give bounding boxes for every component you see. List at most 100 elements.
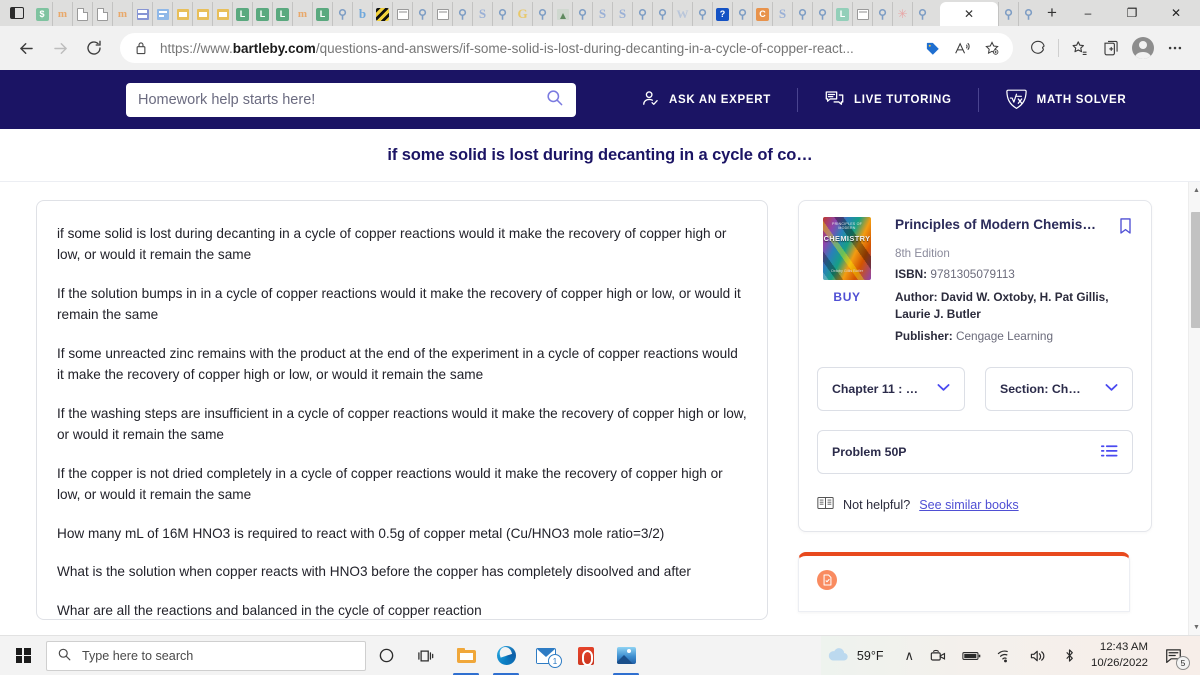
browser-tab[interactable]: ⚲ bbox=[812, 2, 832, 26]
browser-tab[interactable] bbox=[552, 2, 572, 26]
close-icon[interactable]: ✕ bbox=[964, 7, 974, 21]
reload-button[interactable] bbox=[78, 32, 110, 64]
buy-link[interactable]: BUY bbox=[833, 290, 860, 304]
office-icon[interactable] bbox=[566, 636, 606, 675]
tray-expand-button[interactable]: ∧ bbox=[897, 636, 921, 675]
book-title[interactable]: Principles of Modern Chemis… bbox=[895, 217, 1110, 234]
tab-actions-button[interactable] bbox=[2, 0, 32, 26]
tab-list[interactable]: $ m m L L Lm L ⚲ b ⚲ ⚲ S ⚲ G ⚲ ⚲ S S ⚲ ⚲ W ⚲? ⚲ C S ⚲ ⚲ L ⚲ ✳ ⚲ bbox=[32, 0, 940, 26]
browser-tab[interactable]: b bbox=[352, 2, 372, 26]
list-icon[interactable] bbox=[1100, 444, 1118, 461]
close-window-button[interactable]: ✕ bbox=[1154, 0, 1198, 26]
weather-widget[interactable]: 59°F bbox=[821, 647, 896, 665]
site-search-box[interactable] bbox=[126, 82, 576, 117]
see-similar-books-link[interactable]: See similar books bbox=[919, 498, 1018, 512]
bookmark-icon[interactable] bbox=[1118, 217, 1133, 240]
forward-button[interactable] bbox=[44, 32, 76, 64]
search-input[interactable] bbox=[138, 91, 545, 108]
browser-tab[interactable]: ⚲ bbox=[492, 2, 512, 26]
promo-card[interactable] bbox=[798, 552, 1130, 612]
browser-tab[interactable]: ✳ bbox=[892, 2, 912, 26]
battery-icon[interactable] bbox=[955, 636, 988, 675]
microsoft-edge-icon[interactable] bbox=[486, 636, 526, 675]
chapter-select[interactable]: Chapter 11 : … bbox=[817, 367, 965, 411]
browser-tab[interactable]: L bbox=[832, 2, 852, 26]
browser-tab[interactable] bbox=[212, 2, 232, 26]
photos-icon[interactable] bbox=[606, 636, 646, 675]
browser-tab[interactable] bbox=[852, 2, 872, 26]
browser-tab[interactable]: ⚲ bbox=[1018, 2, 1038, 26]
nav-live-tutoring[interactable]: LIVE TUTORING bbox=[824, 89, 952, 111]
back-button[interactable] bbox=[10, 32, 42, 64]
browser-tab[interactable]: ⚲ bbox=[732, 2, 752, 26]
nav-math-solver[interactable]: MATH SOLVER bbox=[1005, 88, 1127, 112]
browser-tab[interactable] bbox=[372, 2, 392, 26]
browser-tab[interactable]: ⚲ bbox=[912, 2, 932, 26]
browser-tab[interactable]: S bbox=[592, 2, 612, 26]
browser-tab[interactable]: ⚲ bbox=[332, 2, 352, 26]
browser-tab[interactable]: G bbox=[512, 2, 532, 26]
mail-icon[interactable]: 1 bbox=[526, 636, 566, 675]
bluetooth-icon[interactable] bbox=[1056, 636, 1083, 675]
taskbar-search[interactable]: Type here to search bbox=[46, 640, 366, 671]
browser-tab[interactable] bbox=[432, 2, 452, 26]
browser-tab[interactable]: S bbox=[612, 2, 632, 26]
browser-tab[interactable]: ⚲ bbox=[572, 2, 592, 26]
address-bar[interactable]: https://www.bartleby.com/questions-and-a… bbox=[120, 33, 1013, 63]
browser-tab[interactable]: W bbox=[672, 2, 692, 26]
problem-select[interactable]: Problem 50P bbox=[817, 430, 1133, 474]
scrollbar-thumb[interactable] bbox=[1191, 212, 1200, 328]
section-select[interactable]: Section: Ch… bbox=[985, 367, 1133, 411]
browser-tab[interactable]: L bbox=[312, 2, 332, 26]
maximize-button[interactable]: ❐ bbox=[1110, 0, 1154, 26]
browser-tab[interactable]: ⚲ bbox=[792, 2, 812, 26]
meet-now-icon[interactable] bbox=[923, 636, 953, 675]
browser-tab[interactable]: ⚲ bbox=[998, 2, 1018, 26]
active-tab[interactable]: ✕ bbox=[940, 2, 998, 26]
browser-tab[interactable] bbox=[72, 2, 92, 26]
browser-tab[interactable]: m bbox=[52, 2, 72, 26]
browser-tab[interactable]: ⚲ bbox=[652, 2, 672, 26]
browser-tab[interactable] bbox=[172, 2, 192, 26]
read-aloud-icon[interactable] bbox=[951, 37, 973, 59]
task-view-icon[interactable] bbox=[406, 636, 446, 675]
windows-start-icon[interactable] bbox=[0, 636, 46, 675]
profile-icon[interactable] bbox=[1128, 33, 1158, 63]
minimize-button[interactable]: – bbox=[1066, 0, 1110, 26]
favorite-add-icon[interactable] bbox=[981, 37, 1003, 59]
browser-tab[interactable]: ⚲ bbox=[692, 2, 712, 26]
browser-tab[interactable]: ⚲ bbox=[532, 2, 552, 26]
browser-tab[interactable]: L bbox=[232, 2, 252, 26]
volume-icon[interactable] bbox=[1023, 636, 1054, 675]
page-scrollbar[interactable]: ▲ ▼ bbox=[1188, 182, 1200, 635]
browser-tab[interactable]: ⚲ bbox=[412, 2, 432, 26]
browser-tab[interactable]: ⚲ bbox=[872, 2, 892, 26]
browser-tab[interactable]: ⚲ bbox=[452, 2, 472, 26]
browser-essentials-icon[interactable] bbox=[1023, 33, 1053, 63]
new-tab-button[interactable]: + bbox=[1038, 0, 1066, 26]
wifi-icon[interactable] bbox=[990, 636, 1021, 675]
browser-tab[interactable] bbox=[132, 2, 152, 26]
browser-tab[interactable]: S bbox=[772, 2, 792, 26]
price-tag-icon[interactable] bbox=[921, 37, 943, 59]
cortana-circle-icon[interactable] bbox=[366, 636, 406, 675]
browser-tab[interactable] bbox=[152, 2, 172, 26]
browser-tab[interactable] bbox=[92, 2, 112, 26]
book-cover-image[interactable]: PRINCIPLES OF MODERN CHEMISTRY Oxtoby Gi… bbox=[823, 217, 871, 280]
browser-tab[interactable]: m bbox=[292, 2, 312, 26]
nav-ask-an-expert[interactable]: ASK AN EXPERT bbox=[640, 88, 771, 111]
browser-tab[interactable]: ? bbox=[712, 2, 732, 26]
scroll-up-arrow[interactable]: ▲ bbox=[1189, 182, 1200, 198]
file-explorer-icon[interactable] bbox=[446, 636, 486, 675]
add-to-taskbar-icon[interactable] bbox=[1096, 33, 1126, 63]
browser-tab[interactable]: C bbox=[752, 2, 772, 26]
settings-more-icon[interactable] bbox=[1160, 33, 1190, 63]
favorites-icon[interactable] bbox=[1064, 33, 1094, 63]
browser-tab[interactable]: ⚲ bbox=[632, 2, 652, 26]
tab-list-trailing[interactable]: ⚲ ⚲ bbox=[998, 0, 1038, 26]
browser-tab[interactable] bbox=[192, 2, 212, 26]
browser-tab[interactable]: m bbox=[112, 2, 132, 26]
browser-tab[interactable]: L bbox=[252, 2, 272, 26]
scroll-down-arrow[interactable]: ▼ bbox=[1189, 619, 1200, 635]
notifications-icon[interactable]: 5 bbox=[1158, 636, 1192, 675]
